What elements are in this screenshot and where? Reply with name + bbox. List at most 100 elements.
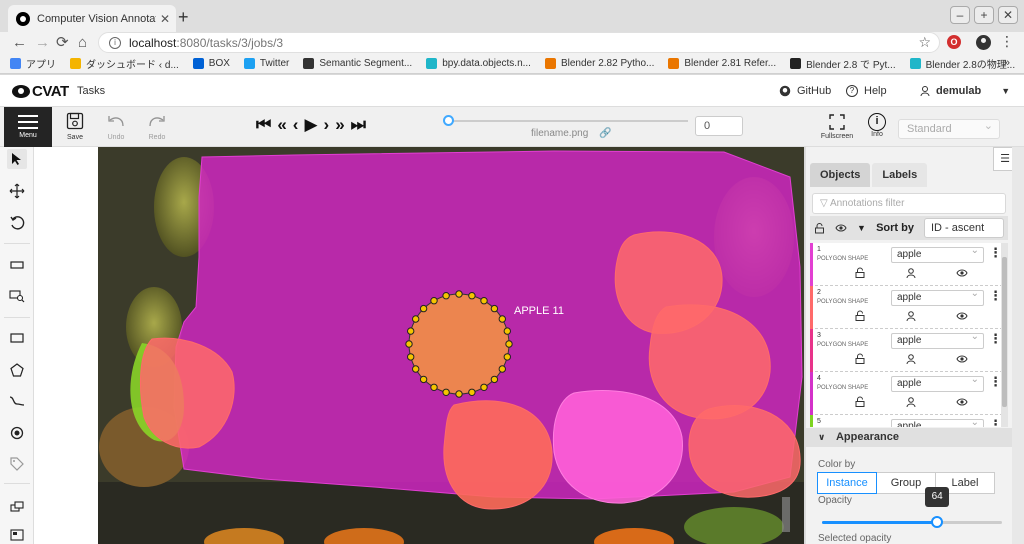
bookmark-star-icon[interactable]: ☆ [918, 34, 931, 51]
object-visibility-eye-icon[interactable] [956, 353, 968, 365]
polygon-vertex-handle[interactable] [412, 365, 420, 373]
extension-icon[interactable]: O [947, 35, 961, 49]
draw-points-tool[interactable] [7, 423, 27, 443]
close-window-button[interactable]: ✕ [998, 6, 1018, 24]
annotation-object-7[interactable] [552, 390, 683, 504]
annotations-filter-input[interactable]: ▽ Annotations filter [812, 193, 1006, 214]
cvat-logo[interactable]: CVAT [12, 83, 69, 100]
frame-number-input[interactable]: 0 [695, 116, 743, 136]
bookmark-item[interactable]: Semantic Segment... [303, 58, 412, 69]
cursor-tool[interactable] [7, 149, 27, 169]
polygon-vertex-handle[interactable] [412, 315, 420, 323]
site-info-icon[interactable]: i [109, 36, 121, 49]
github-link[interactable]: GitHub [779, 85, 831, 97]
collapse-all-icon[interactable]: ▼ [857, 223, 866, 233]
bookmark-item[interactable]: Twitter [243, 58, 289, 69]
bookmark-item[interactable]: ダッシュボード ‹ d... [70, 56, 179, 71]
redo-button[interactable]: Redo [142, 112, 172, 141]
draw-polygon-tool[interactable] [7, 360, 27, 380]
scrollbar-thumb[interactable] [1002, 257, 1007, 407]
polygon-vertex-handle[interactable] [405, 340, 413, 348]
polygon-vertex-handle[interactable] [442, 292, 450, 300]
polygon-vertex-handle[interactable] [480, 297, 488, 305]
object-label-select[interactable]: apple [891, 417, 984, 427]
canvas-svg[interactable]: APPLE 11 [34, 147, 804, 544]
polygon-vertex-handle[interactable] [498, 315, 506, 323]
polygon-vertex-handle[interactable] [430, 383, 438, 392]
merge-shapes-tool[interactable] [7, 497, 27, 517]
info-button[interactable]: i Info [864, 113, 890, 138]
fast-backward-icon[interactable]: « [277, 116, 286, 134]
object-label-select[interactable]: apple [891, 245, 984, 263]
fast-forward-icon[interactable]: » [335, 116, 344, 134]
zoom-region-tool[interactable] [7, 286, 27, 306]
object-item[interactable]: 4POLYGON SHAPEapple⋮ [810, 372, 1008, 415]
polygon-vertex-handle[interactable] [419, 375, 428, 384]
opacity-slider-track[interactable] [822, 521, 1002, 524]
objects-scrollbar[interactable] [1001, 243, 1008, 427]
appearance-header[interactable]: ∨ Appearance [806, 428, 1013, 447]
object-item[interactable]: 3POLYGON SHAPEapple⋮ [810, 329, 1008, 372]
url-field[interactable]: i localhost:8080/tasks/3/jobs/3 ☆ [98, 32, 940, 53]
annotation-canvas[interactable]: APPLE 11 [34, 147, 804, 544]
browser-tab[interactable]: Computer Vision Annotation To ✕ [8, 5, 176, 32]
polygon-vertex-handle[interactable] [503, 353, 511, 361]
minimize-window-button[interactable]: – [950, 6, 970, 24]
new-tab-icon[interactable]: + [178, 7, 189, 28]
fullscreen-button[interactable]: Fullscreen [820, 114, 854, 140]
user-menu[interactable]: demulab ▼ [920, 85, 1010, 97]
object-label-select[interactable]: apple [891, 374, 984, 392]
play-icon[interactable]: ▶ [304, 116, 317, 134]
object-item[interactable]: 5apple⋮ [810, 415, 1008, 427]
polygon-vertex-handle[interactable] [407, 353, 415, 361]
polygon-vertex-handle[interactable] [419, 304, 428, 313]
copy-link-icon[interactable]: 🔗 [599, 128, 611, 139]
polygon-vertex-handle[interactable] [455, 290, 463, 298]
object-item[interactable]: 2POLYGON SHAPEapple⋮ [810, 286, 1008, 329]
close-tab-icon[interactable]: ✕ [160, 12, 170, 26]
frame-slider-handle[interactable] [443, 115, 454, 126]
polygon-vertex-handle[interactable] [468, 292, 476, 300]
object-item[interactable]: 1POLYGON SHAPEapple⋮ [810, 243, 1008, 286]
rotate-tool[interactable] [7, 213, 27, 233]
bookmark-item[interactable]: Blender 2.82 Pytho... [544, 58, 654, 69]
object-lock-icon[interactable] [854, 396, 866, 408]
undo-button[interactable]: Undo [101, 112, 131, 141]
color-by-instance-option[interactable]: Instance [817, 472, 877, 494]
polygon-vertex-handle[interactable] [430, 297, 438, 305]
menu-button[interactable]: Menu [4, 107, 52, 147]
fit-image-tool[interactable] [7, 255, 27, 275]
object-label-select[interactable]: apple [891, 288, 984, 306]
tab-labels[interactable]: Labels [872, 163, 928, 187]
object-lock-icon[interactable] [854, 310, 866, 322]
group-shapes-tool[interactable] [7, 525, 27, 544]
draw-rectangle-tool[interactable] [7, 328, 27, 348]
first-frame-icon[interactable]: ⏮ [256, 116, 271, 134]
opacity-slider-handle[interactable] [931, 516, 944, 528]
help-link[interactable]: ? Help [846, 85, 887, 97]
previous-frame-icon[interactable]: ‹ [293, 116, 299, 134]
browser-menu-icon[interactable]: ⋮ [1000, 33, 1014, 50]
frame-slider-track[interactable] [448, 120, 688, 122]
last-frame-icon[interactable]: ⏭ [351, 116, 366, 134]
object-label-select[interactable]: apple [891, 331, 984, 349]
object-user-icon[interactable] [905, 353, 917, 365]
home-icon[interactable]: ⌂ [78, 34, 87, 52]
bookmarks-overflow-icon[interactable]: » [1004, 57, 1010, 69]
object-user-icon[interactable] [905, 267, 917, 279]
polygon-vertex-handle[interactable] [480, 383, 488, 392]
polygon-vertex-handle[interactable] [490, 304, 499, 313]
bookmark-item[interactable]: BOX [192, 58, 230, 69]
save-button[interactable]: Save [60, 112, 90, 141]
polygon-vertex-handle[interactable] [442, 388, 450, 397]
bookmark-item[interactable]: bpy.data.objects.n... [426, 58, 531, 69]
move-tool[interactable] [7, 181, 27, 201]
object-lock-icon[interactable] [854, 267, 866, 279]
polygon-vertex-handle[interactable] [503, 327, 511, 335]
forward-arrow-icon[interactable]: → [35, 34, 50, 52]
bookmark-item[interactable]: アプリ [10, 56, 56, 71]
back-arrow-icon[interactable]: ← [12, 34, 27, 52]
polygon-vertex-handle[interactable] [498, 365, 506, 373]
reload-icon[interactable]: ⟳ [56, 34, 69, 52]
workspace-select[interactable]: Standard [898, 119, 1000, 139]
